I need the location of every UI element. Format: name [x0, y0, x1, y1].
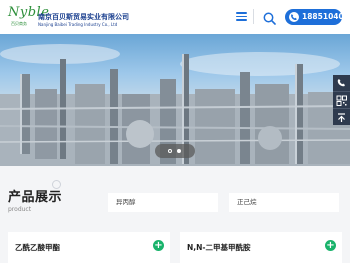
phone-button[interactable]: 18851040227 [285, 9, 350, 25]
page: Nyble 百贝商务 南京百贝斯贸易实业有限公司 Nanjing Baibei … [0, 0, 350, 263]
section-title: 产品展示 [8, 190, 63, 205]
tab-n-hexane[interactable]: 正己烷 [229, 193, 339, 212]
product-card[interactable]: 乙酰乙酸甲酯 + [8, 232, 170, 263]
product-name: 乙酰乙酸甲酯 [15, 243, 60, 252]
logo-sub: 百贝商务 [11, 21, 27, 26]
product-card[interactable]: N,N-二甲基甲酰胺 + [180, 232, 342, 263]
slide-dot-2-active[interactable] [177, 149, 181, 153]
menu-icon[interactable] [236, 11, 247, 21]
phone-icon [337, 79, 345, 87]
plus-icon[interactable]: + [153, 240, 164, 251]
header-divider [253, 9, 254, 24]
float-phone-button[interactable] [333, 75, 350, 91]
float-qrcode-button[interactable] [333, 91, 350, 108]
products-section: 产品展示 product 异丙醇 正己烷 乙酰乙酸甲酯 + N,N-二甲基甲酰胺… [0, 166, 350, 263]
qrcode-icon [336, 95, 347, 106]
phone-number: 18851040227 [302, 12, 350, 21]
search-icon[interactable] [263, 10, 276, 25]
site-header: Nyble 百贝商务 南京百贝斯贸易实业有限公司 Nanjing Baibei … [0, 0, 350, 34]
phone-icon [289, 12, 299, 22]
product-name: N,N-二甲基甲酰胺 [187, 243, 251, 252]
tab-isopropanol[interactable]: 异丙醇 [108, 193, 218, 212]
top-icon [338, 113, 345, 122]
plus-icon[interactable]: + [325, 240, 336, 251]
company-name-cn: 南京百贝斯贸易实业有限公司 [38, 13, 129, 21]
company-logo[interactable]: Nyble 百贝商务 南京百贝斯贸易实业有限公司 Nanjing Baibei … [8, 5, 129, 31]
company-name-en: Nanjing Baibei Trading Industry Co., Ltd [38, 22, 118, 27]
banner-pagination [155, 144, 195, 158]
slide-dot-1[interactable] [168, 149, 172, 153]
float-top-button[interactable] [333, 108, 350, 125]
section-subtitle: product [8, 206, 32, 213]
